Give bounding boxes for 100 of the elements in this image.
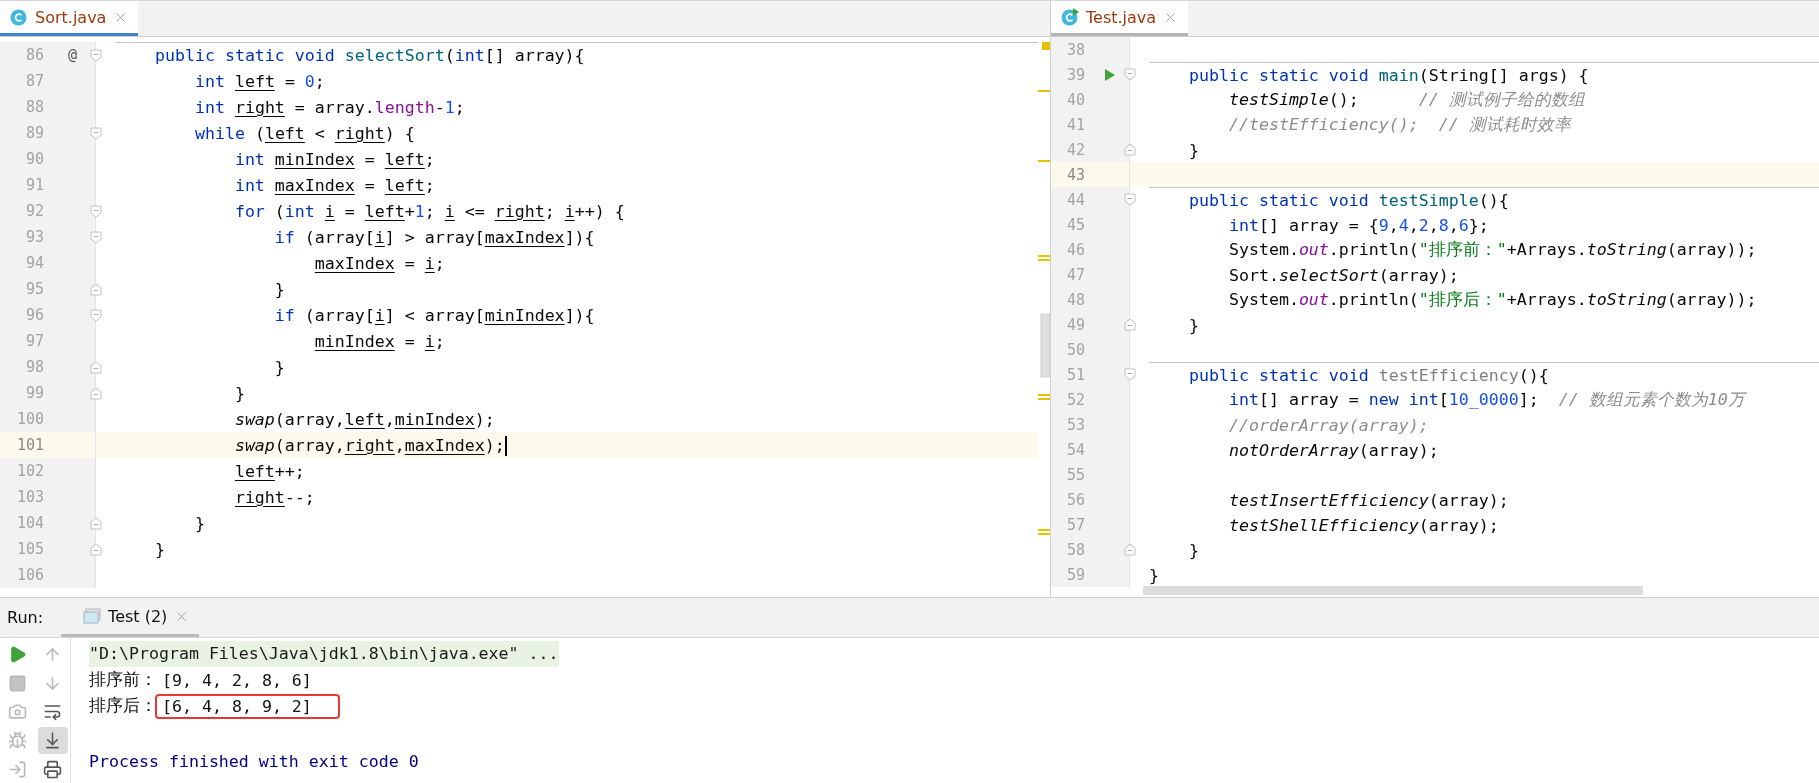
line-number: 102 xyxy=(16,462,45,480)
line-number: 100 xyxy=(16,410,45,428)
line-number: 44 xyxy=(1066,190,1086,209)
code-line: maxIndex = i; xyxy=(313,254,445,273)
gutter-mark[interactable]: @ xyxy=(68,46,77,64)
code-line: public static void selectSort(int[] array){ xyxy=(153,46,585,65)
code-line: if (array[i] > array[maxIndex]){ xyxy=(273,228,595,247)
line-number: 58 xyxy=(1066,540,1086,559)
line-number: 101 xyxy=(16,436,45,454)
console-command: "D:\Program Files\Java\jdk1.8\bin\java.exe" ... xyxy=(89,641,559,667)
line-number: 93 xyxy=(25,228,45,246)
console-label: 排序后： xyxy=(89,695,157,717)
code-line: public static void testEfficiency(){ xyxy=(1187,365,1549,385)
code-line: if (array[i] < array[minIndex]){ xyxy=(273,306,595,325)
line-number: 105 xyxy=(16,540,45,558)
code-line: //orderArray(array); xyxy=(1227,415,1429,435)
line-number: 89 xyxy=(25,124,45,142)
console-label: 排序前： xyxy=(89,669,157,691)
fold-marker-icon[interactable] xyxy=(1124,68,1136,81)
run-icon[interactable] xyxy=(1104,67,1116,82)
code-line: right--; xyxy=(233,488,315,507)
line-number: 106 xyxy=(16,566,45,584)
run-tab[interactable]: Test (2) xyxy=(61,598,200,637)
fold-marker-icon[interactable] xyxy=(90,230,102,244)
line-number: 92 xyxy=(25,202,45,220)
line-number: 48 xyxy=(1066,290,1086,309)
code-line: int minIndex = left; xyxy=(233,150,435,169)
code-line: System.out.println("排序后："+Arrays.toString(array)); xyxy=(1227,289,1757,311)
file-tab[interactable]: Test.java xyxy=(1051,1,1189,36)
runnable-class-icon xyxy=(1061,8,1079,26)
fold-marker-icon[interactable] xyxy=(90,126,102,140)
code-line: for (int i = left+1; i <= right; i++) { xyxy=(233,202,625,221)
fold-marker-icon[interactable] xyxy=(90,386,102,400)
fold-marker-icon[interactable] xyxy=(90,542,102,556)
import-icon xyxy=(8,760,27,780)
fold-marker-icon[interactable] xyxy=(90,360,102,374)
code-line: //testEfficiency(); // 测试耗时效率 xyxy=(1227,114,1571,136)
code-line: int[] array = new int[10_0000]; // 数组元素个数为10万 xyxy=(1227,389,1745,411)
fold-marker-icon[interactable] xyxy=(90,204,102,218)
fold-marker-icon[interactable] xyxy=(1124,143,1136,156)
line-number: 87 xyxy=(25,72,45,90)
code-line: System.out.println("排序前："+Arrays.toString(array)); xyxy=(1227,239,1757,261)
scroll-to-end-button[interactable] xyxy=(37,727,68,755)
line-number: 39 xyxy=(1066,65,1086,84)
exit-message: Process finished with exit code 0 xyxy=(89,751,419,771)
line-number: 40 xyxy=(1066,90,1086,109)
line-number: 47 xyxy=(1066,265,1086,284)
code-line: } xyxy=(1187,140,1199,160)
line-number: 88 xyxy=(25,98,45,116)
fold-marker-icon[interactable] xyxy=(90,48,102,62)
line-number: 57 xyxy=(1066,515,1086,534)
fold-marker-icon[interactable] xyxy=(1124,368,1136,381)
line-number: 41 xyxy=(1066,115,1086,134)
code-line: } xyxy=(1149,565,1159,585)
code-line: while (left < right) { xyxy=(193,124,415,143)
horizontal-scrollbar[interactable] xyxy=(1143,586,1643,595)
line-number: 99 xyxy=(25,384,45,402)
code-line: notOrderArray(array); xyxy=(1227,440,1439,460)
code-line: } xyxy=(1187,315,1199,335)
line-number: 49 xyxy=(1066,315,1086,334)
code-line: } xyxy=(273,280,285,299)
line-number: 96 xyxy=(25,306,45,324)
fold-marker-icon[interactable] xyxy=(90,282,102,296)
console-output: [9, 4, 2, 8, 6] xyxy=(161,669,313,692)
code-line: } xyxy=(1187,540,1199,560)
fold-marker-icon[interactable] xyxy=(1124,543,1136,556)
panel-title: Run: xyxy=(6,608,45,627)
line-number: 95 xyxy=(25,280,45,298)
code-line: Sort.selectSort(array); xyxy=(1227,265,1459,285)
fold-marker-icon[interactable] xyxy=(1124,193,1136,206)
line-number: 46 xyxy=(1066,240,1086,259)
fold-marker-icon[interactable] xyxy=(90,516,102,530)
code-line: } xyxy=(193,514,205,533)
text-cursor xyxy=(504,435,507,456)
class-file-icon xyxy=(10,8,28,26)
scroll-to-end-icon xyxy=(43,731,62,751)
soft-wrap-icon xyxy=(43,702,62,722)
line-number: 52 xyxy=(1066,390,1086,409)
fold-marker-icon[interactable] xyxy=(1124,318,1136,331)
code-line: int[] array = {9,4,2,8,6}; xyxy=(1227,215,1489,235)
code-line: testShellEfficiency(array); xyxy=(1227,515,1499,535)
file-tab[interactable]: Sort.java xyxy=(0,1,139,36)
code-line: testInsertEfficiency(array); xyxy=(1227,490,1509,510)
line-number: 45 xyxy=(1066,215,1086,234)
line-number: 86 xyxy=(25,46,45,64)
code-line: } xyxy=(153,540,165,559)
line-number: 43 xyxy=(1066,165,1086,184)
line-number: 51 xyxy=(1066,365,1086,384)
line-number: 42 xyxy=(1066,140,1086,159)
code-line: } xyxy=(273,358,285,377)
line-number: 104 xyxy=(16,514,45,532)
line-number: 97 xyxy=(25,332,45,350)
fold-marker-icon[interactable] xyxy=(90,308,102,322)
camera-icon xyxy=(8,702,27,722)
line-number: 53 xyxy=(1066,415,1086,434)
code-line: public static void main(String[] args) { xyxy=(1187,65,1589,85)
code-line: int right = array.length-1; xyxy=(193,98,465,117)
code-line: int maxIndex = left; xyxy=(233,176,435,195)
code-line: testSimple(); // 测试例子给的数组 xyxy=(1227,89,1585,111)
code-line: public static void testSimple(){ xyxy=(1187,190,1509,210)
